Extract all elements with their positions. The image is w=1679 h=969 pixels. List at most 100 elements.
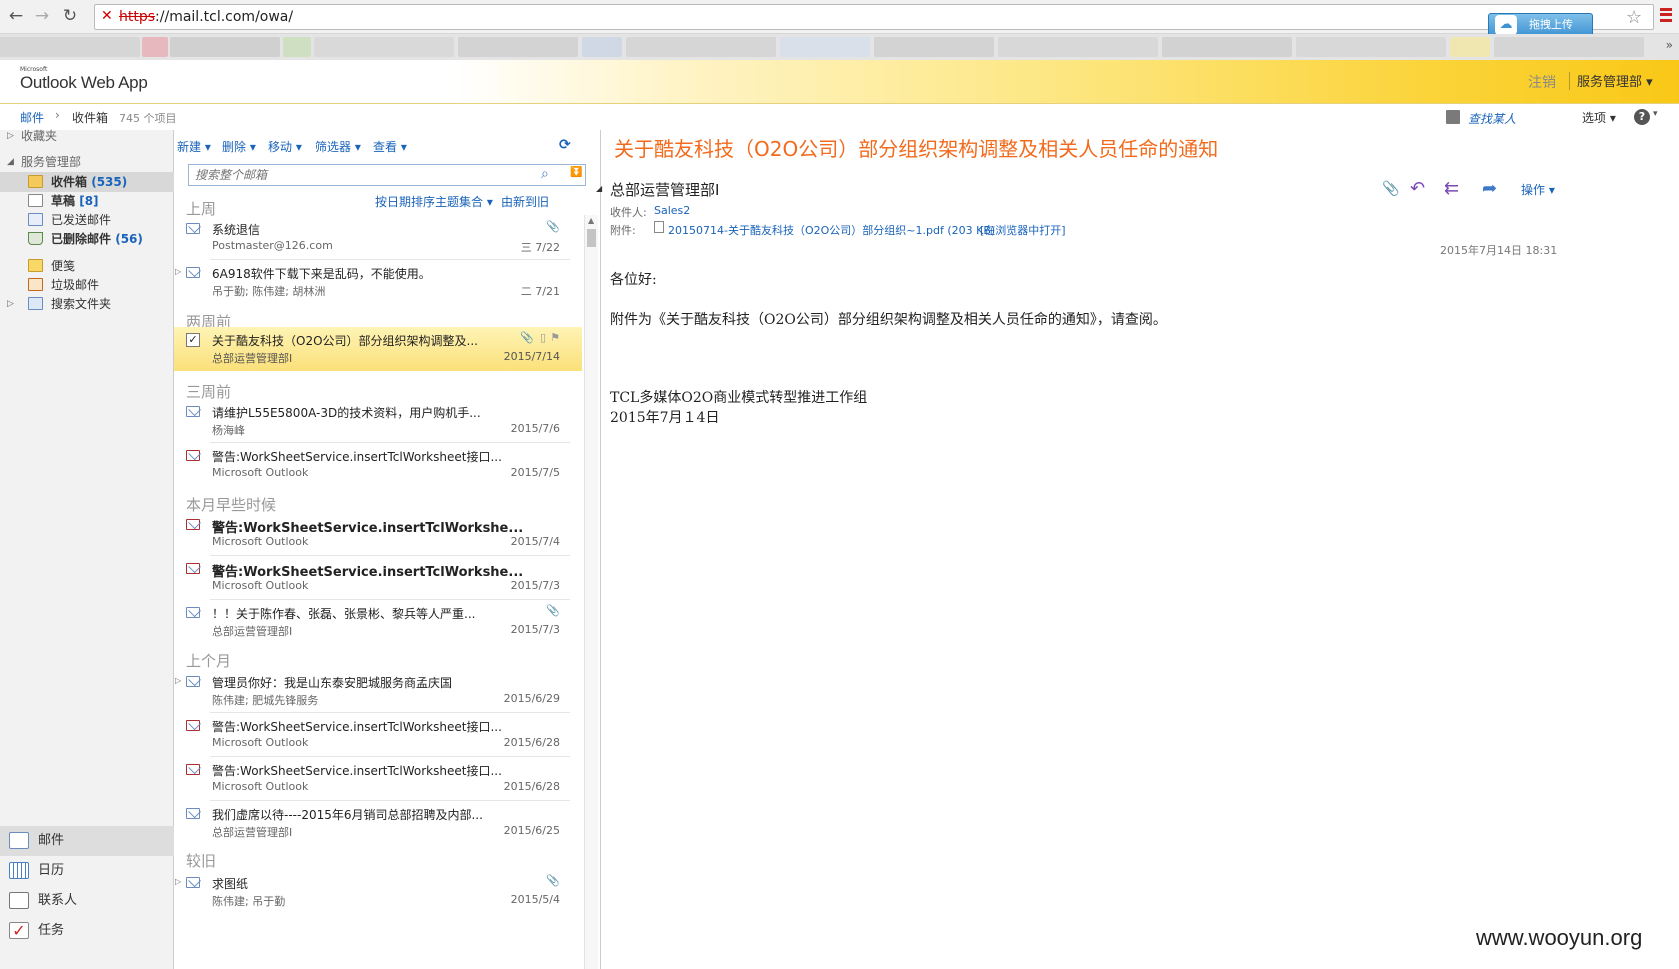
nav-tasks[interactable]: ✓ 任务: [0, 916, 174, 946]
more-bookmarks-icon[interactable]: »: [1666, 38, 1673, 52]
chevron-right-icon: ›: [55, 108, 60, 122]
message-date: 2015年7月14日 18:31: [1440, 244, 1558, 257]
bookmark-item[interactable]: [314, 37, 454, 57]
recipient-link[interactable]: Sales2: [654, 204, 690, 217]
folder-pane: ▷ 收藏夹 ◢ 服务管理部 收件箱 (535) 草稿 [8] 已发送邮件 已删除…: [0, 129, 174, 969]
move-button[interactable]: 移动 ▾: [268, 138, 302, 155]
search-icon[interactable]: ⌕: [541, 166, 549, 182]
new-button[interactable]: 新建 ▾: [177, 138, 211, 155]
checkbox[interactable]: ✓: [186, 333, 200, 347]
reload-icon[interactable]: ↻: [60, 6, 80, 26]
folder-search[interactable]: ▷ 搜索文件夹: [0, 294, 174, 314]
message-item[interactable]: 警告:WorkSheetService.insertTclWorkshe... …: [174, 512, 582, 556]
reply-all-icon[interactable]: ⇇: [1444, 178, 1459, 199]
message-item[interactable]: ▷ 管理员你好：我是山东泰安肥城服务商孟庆国 陈伟建; 肥城先锋服务 2015/…: [174, 669, 582, 713]
message-sender[interactable]: 总部运营管理部I: [610, 179, 719, 200]
open-in-browser-link[interactable]: [在浏览器中打开]: [980, 222, 1066, 238]
forward-icon[interactable]: ➦: [1482, 178, 1497, 199]
folder-notes[interactable]: 便笺: [0, 256, 174, 276]
message-item-selected[interactable]: ✓ 关于酷友科技（O2O公司）部分组织架构调整及... 📎 ▯ ⚑ 总部运营管理…: [174, 327, 582, 371]
reply-icon[interactable]: ↶: [1410, 178, 1425, 199]
forward-icon[interactable]: →: [32, 6, 52, 26]
mail-icon: [9, 832, 29, 849]
nav-contacts[interactable]: 联系人: [0, 886, 174, 916]
folder-deleted[interactable]: 已删除邮件 (56): [0, 229, 174, 249]
delete-button[interactable]: 删除 ▾: [222, 138, 256, 155]
mailbox-node[interactable]: ◢ 服务管理部: [0, 152, 174, 172]
sort-by-dropdown[interactable]: 按日期排序主题集合 ▾: [375, 193, 493, 210]
logout-link[interactable]: 注销: [1528, 72, 1556, 92]
scrollbar-thumb[interactable]: [587, 229, 596, 247]
bookmark-item[interactable]: [998, 37, 1158, 57]
expand-search-icon[interactable]: ⏬: [570, 167, 582, 178]
group-header: 较旧: [186, 852, 217, 870]
bookmark-star-icon[interactable]: ☆: [1626, 7, 1642, 28]
message-subject: 关于酷友科技（O2O公司）部分组织架构调整及相关人员任命的通知: [614, 137, 1219, 161]
folder-drafts[interactable]: 草稿 [8]: [0, 191, 174, 211]
message-item[interactable]: 警告:WorkSheetService.insertTclWorksheet接口…: [174, 443, 582, 487]
message-item[interactable]: 警告:WorkSheetService.insertTclWorkshe... …: [174, 556, 582, 600]
actions-menu[interactable]: 操作 ▾: [1521, 181, 1555, 198]
address-book-icon[interactable]: [1446, 110, 1460, 124]
folder-inbox[interactable]: 收件箱 (535): [0, 172, 174, 192]
filter-button[interactable]: 筛选器 ▾: [315, 138, 361, 155]
message-item[interactable]: 系统退信 📎 Postmaster@126.com 三 7/22: [174, 216, 582, 260]
search-box: ⌕ ▾: [188, 164, 586, 186]
browser-menu-icon[interactable]: [1660, 8, 1672, 22]
address-bar[interactable]: ✕ https://mail.tcl.com/owa/: [94, 4, 1654, 30]
bookmark-item[interactable]: [1296, 37, 1446, 57]
find-people-input[interactable]: 查找某人: [1468, 110, 1516, 127]
favorites-node[interactable]: ▷ 收藏夹: [0, 126, 174, 146]
message-item[interactable]: ▷ 求图纸 📎 陈伟建; 吊于勤 2015/5/4: [174, 870, 582, 914]
message-item[interactable]: 请维护L55E5800A-3D的技术资料，用户购机手... 杨海峰 2015/7…: [174, 399, 582, 443]
user-menu[interactable]: 服务管理部 ▾: [1577, 71, 1653, 90]
bookmark-item[interactable]: [142, 37, 168, 57]
bookmark-item[interactable]: [283, 37, 311, 57]
collapse-triangle-icon[interactable]: ◢: [596, 184, 602, 193]
back-icon[interactable]: ←: [6, 6, 26, 26]
breadcrumb-mail[interactable]: 邮件: [20, 109, 44, 126]
help-icon[interactable]: ?: [1634, 109, 1650, 125]
bookmark-item[interactable]: [1494, 37, 1644, 57]
view-button[interactable]: 查看 ▾: [373, 138, 407, 155]
message-list: 新建 ▾ 删除 ▾ 移动 ▾ 筛选器 ▾ 查看 ▾ ⟳ ⌕ ▾ ⏬ 按日期排序主…: [174, 130, 601, 969]
scrollbar[interactable]: ▲: [584, 215, 598, 969]
bookmark-item[interactable]: [1450, 37, 1490, 57]
envelope-icon: [186, 267, 200, 278]
bookmark-item[interactable]: [874, 37, 994, 57]
message-item[interactable]: 警告:WorkSheetService.insertTclWorksheet接口…: [174, 713, 582, 757]
options-button[interactable]: 选项 ▾: [1582, 109, 1616, 126]
bookmark-item[interactable]: [626, 37, 776, 57]
chevron-down-icon[interactable]: ▾: [1653, 109, 1658, 119]
bookmark-item[interactable]: [780, 37, 870, 57]
folder-sent[interactable]: 已发送邮件: [0, 210, 174, 230]
bookmark-item[interactable]: [582, 37, 622, 57]
message-item[interactable]: 我们虚席以待----2015年6月销司总部招聘及内部... 总部运营管理部I 2…: [174, 801, 582, 845]
notes-icon: [28, 259, 43, 272]
nav-mail[interactable]: 邮件: [0, 826, 174, 856]
message-item[interactable]: 警告:WorkSheetService.insertTclWorksheet接口…: [174, 757, 582, 801]
refresh-icon[interactable]: ⟳: [559, 137, 571, 153]
message-item[interactable]: ▷ 6A918软件下载下来是乱码，不能使用。 吊于勤; 陈伟建; 胡林洲 二 7…: [174, 260, 582, 304]
scroll-up-icon[interactable]: ▲: [588, 216, 594, 225]
expand-triangle-icon[interactable]: ▷: [7, 126, 14, 146]
bookmark-item[interactable]: [170, 37, 280, 57]
collapse-triangle-icon[interactable]: ◢: [7, 152, 14, 172]
nav-calendar[interactable]: 日历: [0, 856, 174, 886]
expand-thread-icon[interactable]: ▷: [175, 676, 181, 685]
to-label: 收件人:: [610, 206, 647, 219]
bookmark-item[interactable]: [458, 37, 578, 57]
folder-junk[interactable]: 垃圾邮件: [0, 275, 174, 295]
attachment-link[interactable]: 20150714-关于酷友科技（O2O公司）部分组织~1.pdf (203 KB…: [668, 222, 995, 238]
message-item[interactable]: ！！关于陈作春、张磊、张景彬、黎兵等人严重... 📎 总部运营管理部I 2015…: [174, 600, 582, 644]
flag-icon[interactable]: ⚑: [550, 331, 560, 344]
sort-order-button[interactable]: 由新到旧: [501, 193, 549, 210]
search-input[interactable]: [195, 168, 545, 182]
expand-thread-icon[interactable]: ▷: [175, 267, 181, 276]
expand-triangle-icon[interactable]: ▷: [7, 294, 14, 314]
bookmark-item[interactable]: [0, 37, 140, 57]
category-icon[interactable]: ▯: [540, 331, 546, 344]
expand-thread-icon[interactable]: ▷: [175, 877, 181, 886]
page-title: 收件箱: [72, 111, 109, 125]
bookmark-item[interactable]: [1162, 37, 1292, 57]
